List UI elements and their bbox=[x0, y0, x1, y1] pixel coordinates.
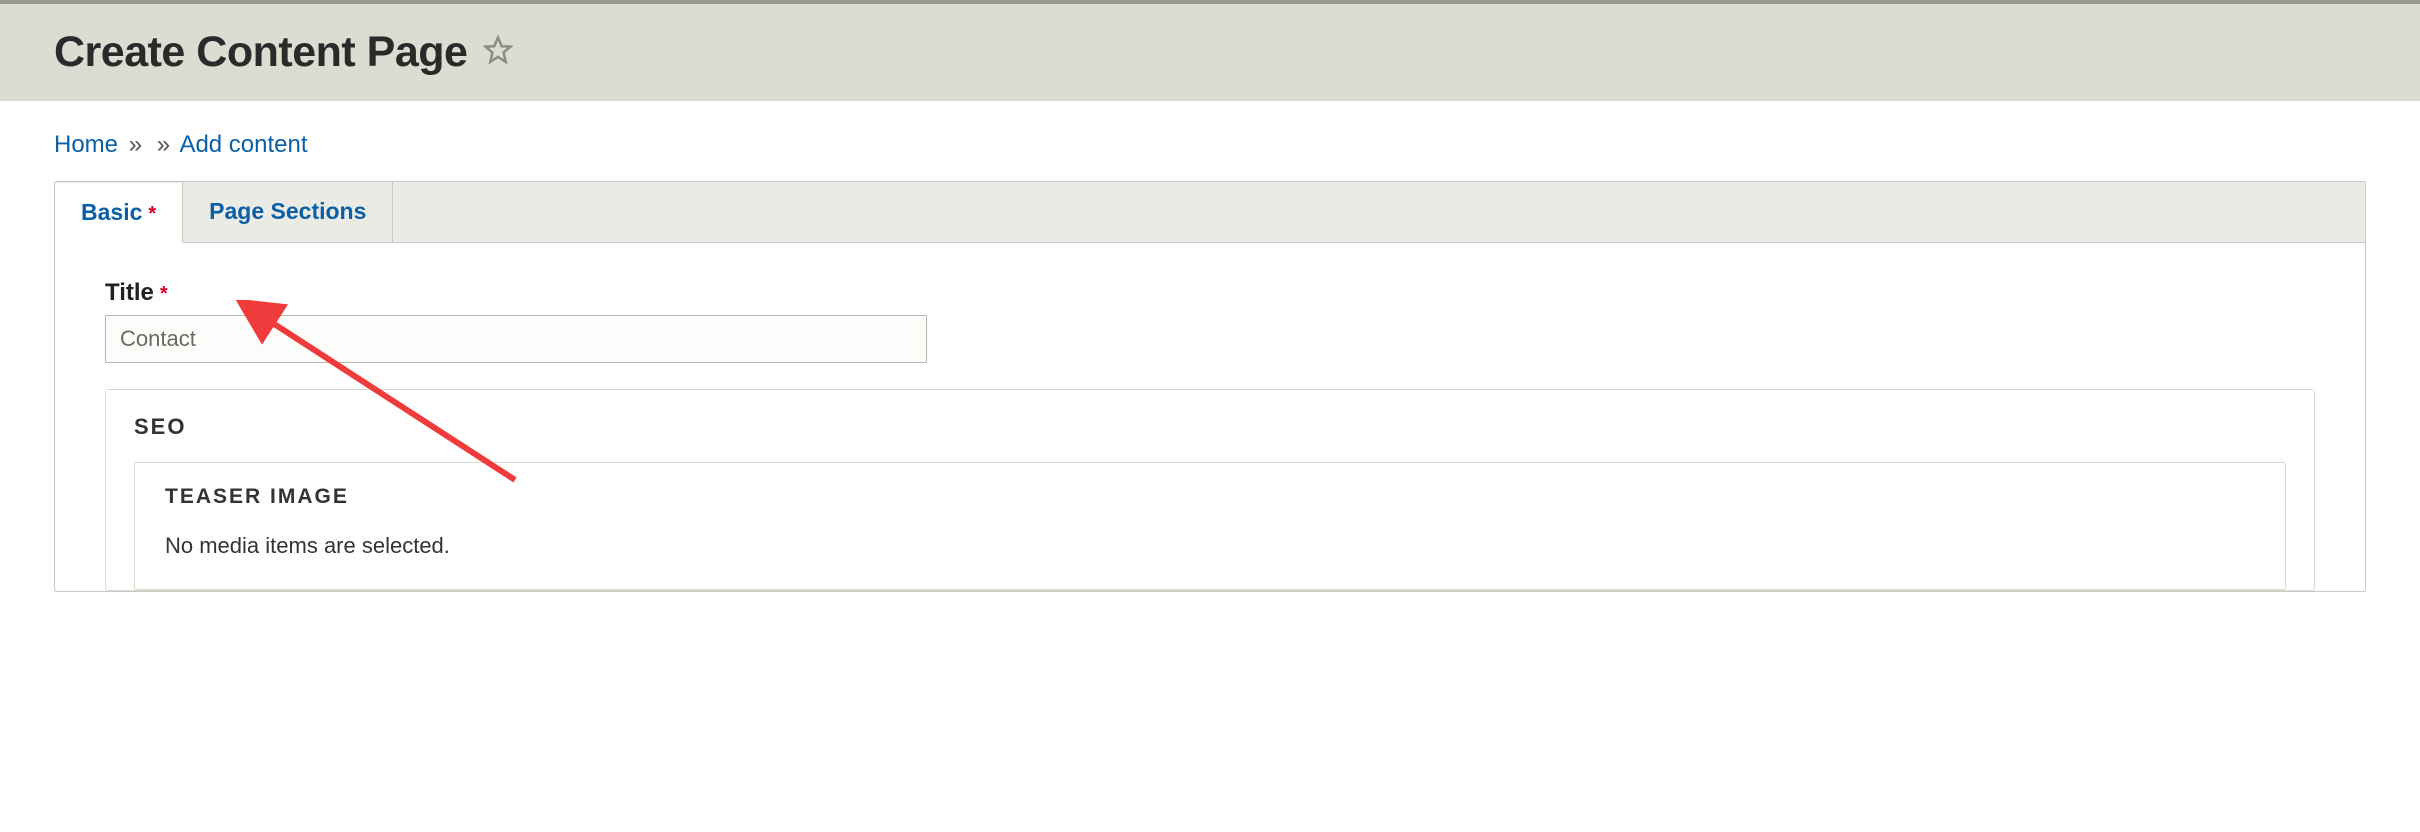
breadcrumb-home-link[interactable]: Home bbox=[54, 131, 118, 158]
page-title: Create Content Page bbox=[54, 28, 467, 77]
breadcrumb-separator: » bbox=[129, 131, 142, 158]
tabs-bar: Basic * Page Sections bbox=[55, 182, 2365, 243]
breadcrumb-separator: » bbox=[157, 131, 170, 158]
teaser-image-fieldset: TEASER IMAGE No media items are selected… bbox=[134, 462, 2286, 590]
tabs-container: Basic * Page Sections Title * SEO TEASER I… bbox=[54, 181, 2366, 592]
seo-section-title: SEO bbox=[134, 414, 2286, 440]
title-label-text: Title bbox=[105, 279, 154, 306]
tab-body-basic: Title * SEO TEASER IMAGE No media items a… bbox=[55, 243, 2365, 591]
breadcrumb: Home » » Add content bbox=[54, 131, 2366, 159]
tab-page-sections[interactable]: Page Sections bbox=[183, 182, 393, 242]
breadcrumb-add-content-link[interactable]: Add content bbox=[179, 131, 307, 158]
required-marker: * bbox=[160, 283, 168, 305]
teaser-image-empty-text: No media items are selected. bbox=[165, 533, 2255, 559]
title-field-label: Title * bbox=[105, 279, 2315, 307]
page-title-wrap: Create Content Page bbox=[54, 28, 2420, 77]
tab-basic[interactable]: Basic * bbox=[55, 182, 183, 243]
seo-fieldset: SEO TEASER IMAGE No media items are sele… bbox=[105, 389, 2315, 591]
title-input[interactable] bbox=[105, 315, 927, 363]
teaser-image-title: TEASER IMAGE bbox=[165, 485, 2255, 509]
tab-basic-label: Basic bbox=[81, 199, 142, 225]
tab-page-sections-label: Page Sections bbox=[209, 198, 366, 224]
header-bar: Create Content Page bbox=[0, 0, 2420, 101]
required-marker: * bbox=[148, 203, 156, 225]
star-icon[interactable] bbox=[483, 35, 513, 70]
